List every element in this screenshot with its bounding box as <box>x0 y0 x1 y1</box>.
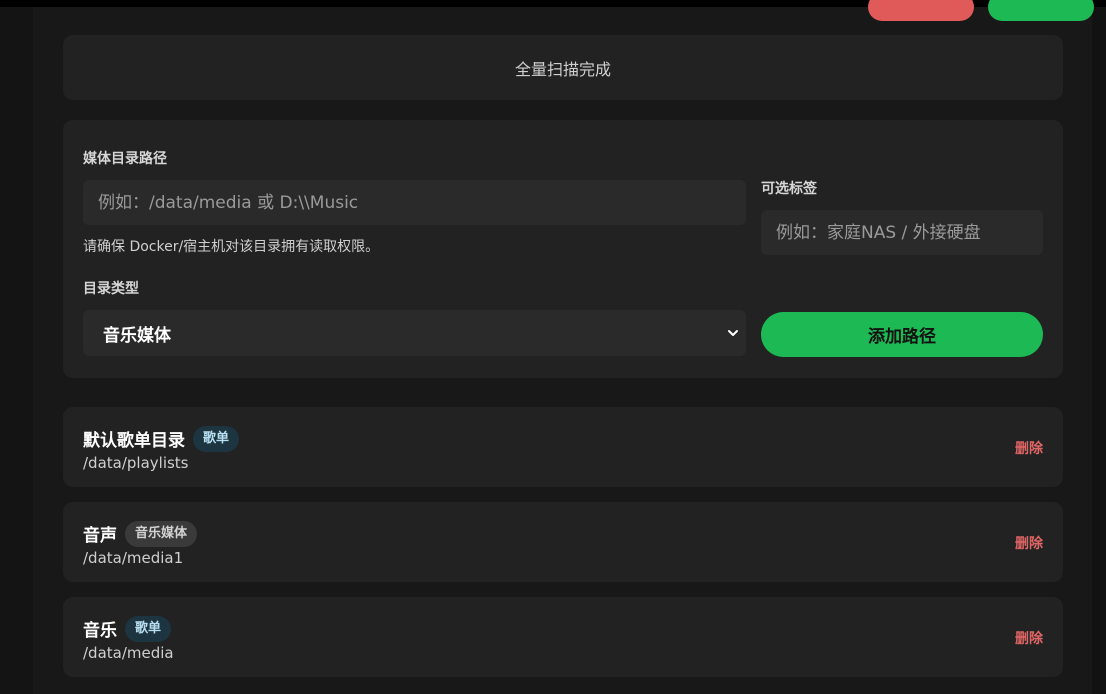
scan-status-text: 全量扫描完成 <box>514 59 611 79</box>
entry-name: 音乐 <box>83 621 117 642</box>
entry-path: /data/playlists <box>83 454 189 472</box>
confirm-button-partial[interactable] <box>988 0 1094 21</box>
path-permission-hint: 请确保 Docker/宿主机对该目录拥有读取权限。 <box>83 239 380 255</box>
tag-label: 可选标签 <box>761 181 817 197</box>
tag-input[interactable] <box>761 210 1043 255</box>
entry-path: /data/media <box>83 644 174 662</box>
add-path-button[interactable]: 添加路径 <box>761 312 1043 357</box>
delete-button[interactable]: 删除 <box>1015 438 1043 458</box>
left-gutter <box>0 7 33 694</box>
path-label: 媒体目录路径 <box>83 151 167 167</box>
list-item-title: 默认歌单目录 歌单 <box>83 426 240 452</box>
delete-button[interactable]: 删除 <box>1015 628 1043 648</box>
list-item: 默认歌单目录 歌单 /data/playlists 删除 <box>63 407 1063 487</box>
list-item-title: 音乐 歌单 <box>83 616 172 642</box>
list-item-title: 音声 音乐媒体 <box>83 521 198 547</box>
add-path-form: 媒体目录路径 请确保 Docker/宿主机对该目录拥有读取权限。 可选标签 目录… <box>63 120 1063 378</box>
cancel-button-partial[interactable] <box>868 0 974 21</box>
type-label: 目录类型 <box>83 281 139 297</box>
path-input[interactable] <box>83 180 746 225</box>
delete-button[interactable]: 删除 <box>1015 533 1043 553</box>
entry-name: 默认歌单目录 <box>83 431 185 452</box>
type-select[interactable]: 音乐媒体 <box>83 310 746 356</box>
add-path-button-label: 添加路径 <box>868 327 936 347</box>
type-select-value: 音乐媒体 <box>103 325 171 346</box>
entry-path: /data/media1 <box>83 549 184 567</box>
scan-status-banner: 全量扫描完成 <box>63 35 1063 100</box>
entry-type-badge: 音乐媒体 <box>125 521 198 547</box>
entry-type-badge: 歌单 <box>193 426 240 452</box>
chevron-down-icon <box>728 330 738 336</box>
list-item: 音声 音乐媒体 /data/media1 删除 <box>63 502 1063 582</box>
entry-type-badge: 歌单 <box>125 616 172 642</box>
list-item: 音乐 歌单 /data/media 删除 <box>63 597 1063 677</box>
entry-name: 音声 <box>83 526 117 547</box>
